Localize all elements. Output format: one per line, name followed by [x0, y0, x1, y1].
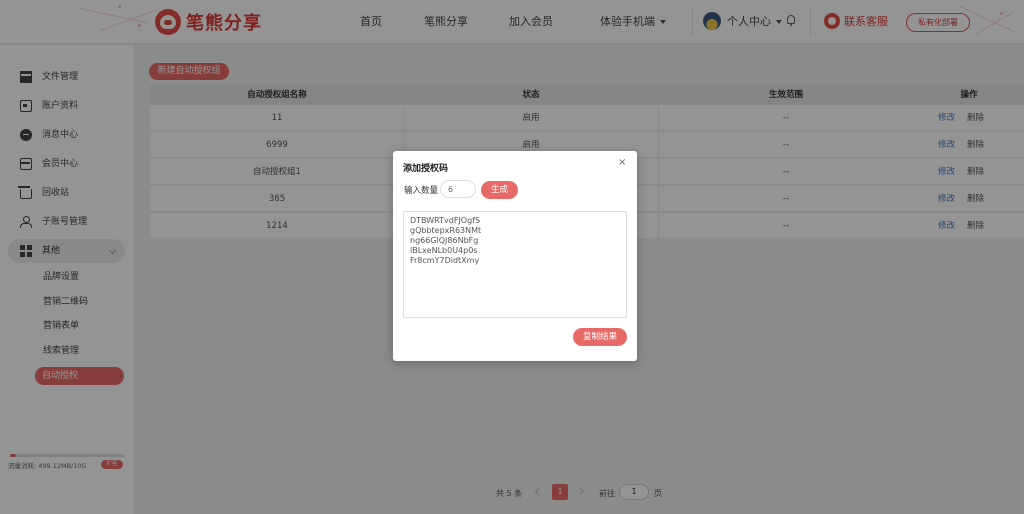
code-line: Fr8cmY7DidtXmy — [410, 256, 480, 265]
generate-button[interactable]: 生成 — [481, 181, 518, 199]
dialog-title: 添加授权码 — [403, 164, 449, 174]
code-line: DTBWRTvdFJOgfS — [410, 216, 481, 225]
code-line: ng66GlQJ86NbFg — [410, 236, 479, 245]
code-line: lBLxeNLb0U4p0s — [410, 246, 478, 255]
add-auth-code-dialog: 添加授权码 × 输入数量 生成 DTBWRTvdFJOgfS gQbbtepxR… — [393, 151, 637, 361]
quantity-label: 输入数量 — [404, 186, 439, 196]
code-line: gQbbtepxR63NMt — [410, 226, 482, 235]
codes-textarea[interactable]: DTBWRTvdFJOgfS gQbbtepxR63NMt ng66GlQJ86… — [403, 211, 627, 318]
copy-result-button[interactable]: 复制结果 — [573, 328, 627, 346]
close-icon[interactable]: × — [618, 158, 626, 168]
quantity-input[interactable] — [440, 180, 476, 198]
